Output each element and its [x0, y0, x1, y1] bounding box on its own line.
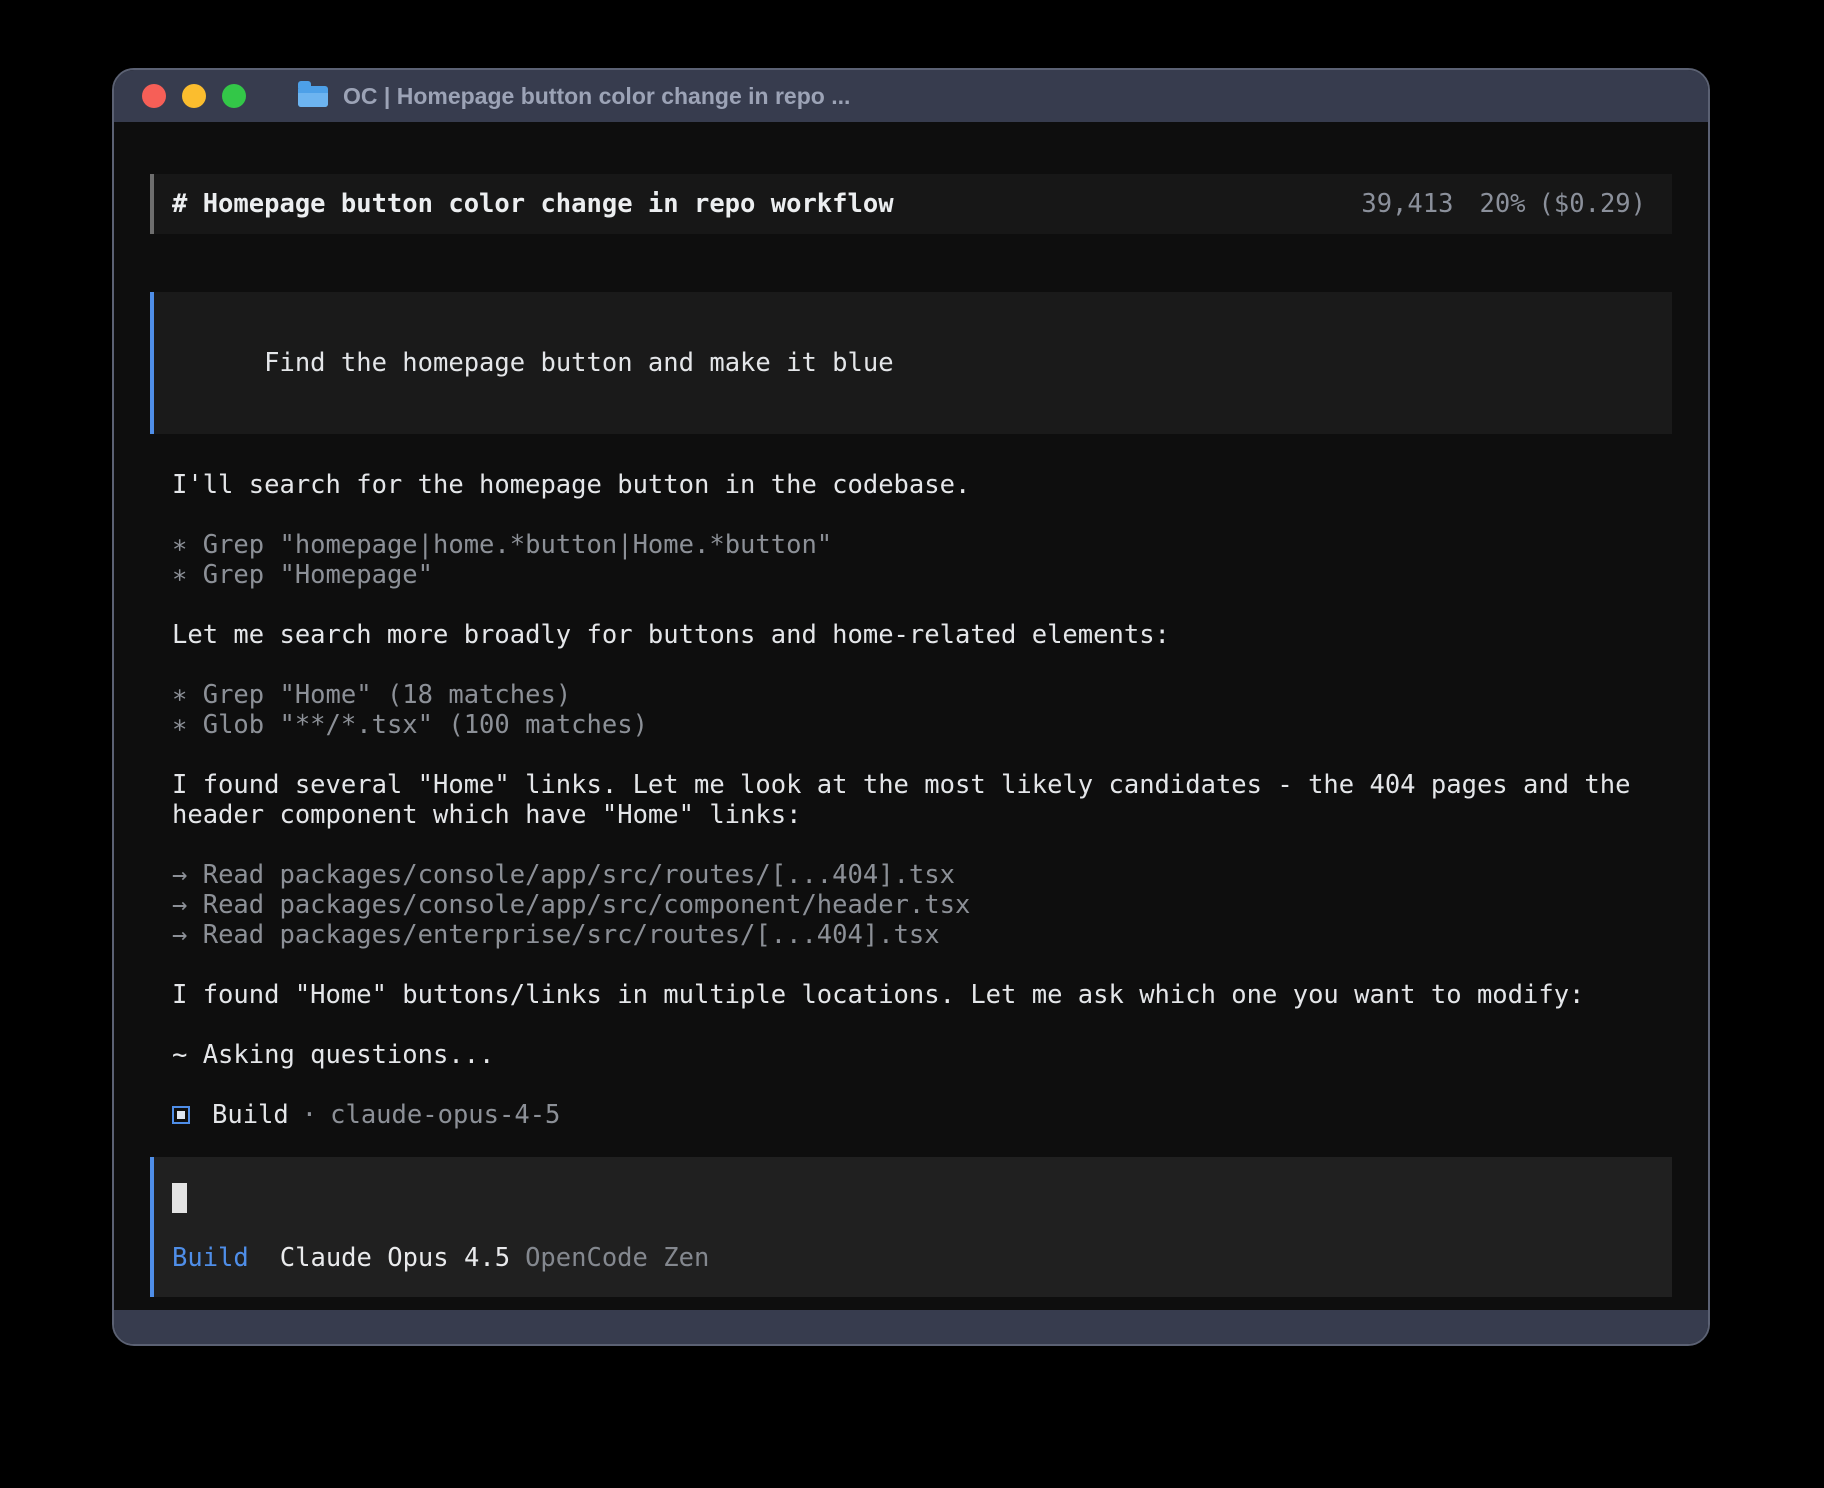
blank-line: [172, 740, 1672, 770]
user-message-text: Find the homepage button and make it blu…: [264, 348, 893, 378]
window-footer: [114, 1310, 1708, 1344]
title-bar: OC | Homepage button color change in rep…: [114, 70, 1708, 122]
context-percent: 20%: [1479, 189, 1525, 219]
prompt-input[interactable]: Build Claude Opus 4.5 OpenCode Zen: [150, 1157, 1672, 1297]
agent-icon: [172, 1106, 190, 1124]
session-cost: ($0.29): [1539, 189, 1646, 219]
asterisk-icon: ∗: [172, 530, 203, 560]
tool-call-text: Grep "homepage|home.*button|Home.*button…: [203, 530, 832, 560]
tool-call: → Read packages/console/app/src/componen…: [172, 890, 1672, 920]
tool-call: ∗ Glob "**/*.tsx" (100 matches): [172, 710, 1672, 740]
user-message: Find the homepage button and make it blu…: [150, 292, 1672, 434]
agent-name: Build: [212, 1100, 289, 1130]
zoom-button[interactable]: [222, 84, 246, 108]
blank-line: [172, 500, 1672, 530]
tool-call-text: Read packages/console/app/src/routes/[..…: [203, 860, 955, 890]
arrow-icon: →: [172, 890, 203, 920]
tool-call-text: Grep "Home" (18 matches): [203, 680, 571, 710]
window-title: OC | Homepage button color change in rep…: [343, 83, 850, 110]
assistant-text: I found several "Home" links. Let me loo…: [172, 770, 1672, 830]
blank-line: [172, 590, 1672, 620]
session-stats: 39,413 20% ($0.29): [1361, 189, 1646, 219]
active-agent: Build: [172, 1243, 249, 1273]
tool-call: ∗ Grep "Home" (18 matches): [172, 680, 1672, 710]
assistant-text: Let me search more broadly for buttons a…: [172, 620, 1672, 650]
assistant-text: I'll search for the homepage button in t…: [172, 470, 1672, 500]
tool-call: ∗ Grep "homepage|home.*button|Home.*butt…: [172, 530, 1672, 560]
blank-line: [172, 650, 1672, 680]
traffic-lights: [142, 84, 246, 108]
tool-call: → Read packages/enterprise/src/routes/[.…: [172, 920, 1672, 950]
agent-status: Build · claude-opus-4-5: [172, 1100, 1672, 1130]
terminal-content[interactable]: # Homepage button color change in repo w…: [114, 122, 1708, 1310]
agent-model: claude-opus-4-5: [330, 1100, 560, 1130]
blank-line: [172, 830, 1672, 860]
blank-line: [172, 950, 1672, 980]
asterisk-icon: ∗: [172, 680, 203, 710]
token-count: 39,413: [1361, 189, 1453, 219]
folder-icon: [298, 86, 328, 107]
tool-call: → Read packages/console/app/src/routes/[…: [172, 860, 1672, 890]
session-header: # Homepage button color change in repo w…: [150, 174, 1672, 234]
tool-call-text: Glob "**/*.tsx" (100 matches): [203, 710, 648, 740]
assistant-text: I found "Home" buttons/links in multiple…: [172, 980, 1672, 1010]
arrow-icon: →: [172, 860, 203, 890]
asterisk-icon: ∗: [172, 560, 203, 590]
minimize-button[interactable]: [182, 84, 206, 108]
asterisk-icon: ∗: [172, 710, 203, 740]
arrow-icon: →: [172, 920, 203, 950]
assistant-text: ~ Asking questions...: [172, 1040, 1672, 1070]
input-meta: Build Claude Opus 4.5 OpenCode Zen: [172, 1243, 1646, 1273]
blank-line: [172, 1070, 1672, 1100]
tool-call-text: Read packages/console/app/src/component/…: [203, 890, 971, 920]
model-provider: OpenCode Zen: [525, 1243, 709, 1273]
tool-call-text: Read packages/enterprise/src/routes/[...…: [203, 920, 940, 950]
close-button[interactable]: [142, 84, 166, 108]
terminal-window: OC | Homepage button color change in rep…: [112, 68, 1710, 1346]
tool-call: ∗ Grep "Homepage": [172, 560, 1672, 590]
conversation: I'll search for the homepage button in t…: [172, 470, 1672, 1130]
blank-line: [172, 1010, 1672, 1040]
active-model: Claude Opus 4.5: [280, 1243, 510, 1273]
text-cursor: [172, 1183, 187, 1213]
separator-dot: ·: [302, 1100, 317, 1130]
session-title: # Homepage button color change in repo w…: [172, 189, 894, 219]
tool-call-text: Grep "Homepage": [203, 560, 433, 590]
